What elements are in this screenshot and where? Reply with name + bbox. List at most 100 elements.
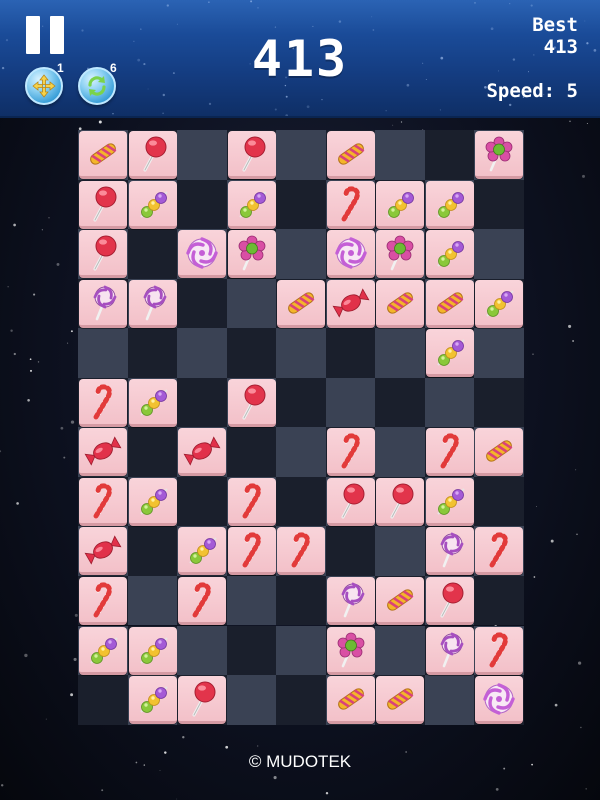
candy-cane-tile[interactable] <box>475 626 524 675</box>
twist-stick-tile[interactable] <box>277 279 326 328</box>
board-cell <box>78 328 128 378</box>
swirl-lollipop-icon <box>440 632 464 667</box>
candy-skewer-tile[interactable] <box>128 477 177 526</box>
swirl-candy-tile[interactable] <box>475 676 524 725</box>
board-cell <box>375 328 425 378</box>
board-cell <box>226 625 277 675</box>
candy-skewer-tile[interactable] <box>425 477 474 526</box>
flower-candy-tile[interactable] <box>376 230 425 279</box>
board-cell <box>177 179 227 230</box>
candy-skewer-icon <box>139 389 168 416</box>
lollipop-tile[interactable] <box>227 378 276 427</box>
lollipop-tile[interactable] <box>376 477 425 526</box>
wrapped-candy-tile[interactable] <box>79 527 127 576</box>
candy-skewer-tile[interactable] <box>128 378 177 427</box>
twist-stick-tile[interactable] <box>376 676 425 725</box>
candy-skewer-tile[interactable] <box>128 626 177 675</box>
swirl-lollipop-tile[interactable] <box>425 626 474 675</box>
twist-stick-tile[interactable] <box>475 428 524 477</box>
candy-cane-tile[interactable] <box>178 576 227 625</box>
board-cell <box>226 675 277 725</box>
flower-candy-tile[interactable] <box>326 626 375 675</box>
candy-cane-tile[interactable] <box>475 527 524 576</box>
twist-stick-icon <box>387 589 414 611</box>
lollipop-tile[interactable] <box>79 180 127 229</box>
candy-skewer-icon <box>437 190 465 218</box>
candy-cane-icon <box>341 185 360 222</box>
wrapped-candy-tile[interactable] <box>79 428 127 477</box>
candy-skewer-tile[interactable] <box>376 180 425 229</box>
lollipop-tile[interactable] <box>425 576 474 625</box>
board-cell <box>276 625 326 675</box>
candy-cane-tile[interactable] <box>227 527 276 576</box>
candy-skewer-tile[interactable] <box>227 180 276 229</box>
wrapped-candy-tile[interactable] <box>178 428 227 477</box>
candy-skewer-icon <box>238 190 267 218</box>
twist-stick-icon <box>90 143 117 165</box>
lollipop-tile[interactable] <box>227 131 276 179</box>
candy-skewer-tile[interactable] <box>128 676 177 725</box>
swirl-lollipop-tile[interactable] <box>326 576 375 625</box>
candy-skewer-icon <box>139 488 168 515</box>
candy-skewer-tile[interactable] <box>128 180 177 229</box>
wrapped-candy-icon <box>84 436 122 466</box>
candy-cane-tile[interactable] <box>227 477 276 526</box>
board-cell <box>474 575 524 626</box>
board-cell <box>474 476 524 527</box>
board-cell <box>177 130 227 180</box>
swirl-candy-tile[interactable] <box>326 230 375 279</box>
twist-stick-tile[interactable] <box>425 279 474 328</box>
candy-cane-tile[interactable] <box>79 576 127 625</box>
twist-stick-icon <box>288 291 315 314</box>
candy-skewer-tile[interactable] <box>425 329 474 378</box>
candy-skewer-tile[interactable] <box>475 279 524 328</box>
swirl-lollipop-tile[interactable] <box>425 527 474 576</box>
candy-skewer-tile[interactable] <box>79 626 127 675</box>
board-cell <box>276 377 326 428</box>
lollipop-tile[interactable] <box>326 477 375 526</box>
candy-skewer-tile[interactable] <box>425 180 474 229</box>
candy-skewer-tile[interactable] <box>425 230 474 279</box>
candy-skewer-icon <box>139 636 168 664</box>
board-cell <box>177 328 227 378</box>
swirl-candy-tile[interactable] <box>178 230 227 279</box>
swirl-lollipop-tile[interactable] <box>128 279 177 328</box>
board-cell <box>424 675 475 725</box>
candy-skewer-icon <box>139 686 168 713</box>
twist-stick-icon <box>337 143 365 165</box>
candy-cane-tile[interactable] <box>425 428 474 477</box>
candy-cane-tile[interactable] <box>277 527 326 576</box>
board-cell <box>276 130 326 180</box>
swirl-lollipop-tile[interactable] <box>79 279 127 328</box>
lollipop-tile[interactable] <box>79 230 127 279</box>
candy-cane-icon <box>489 631 509 667</box>
flower-candy-tile[interactable] <box>227 230 276 279</box>
board-cell <box>375 427 425 477</box>
board-cell <box>226 278 277 329</box>
twist-stick-tile[interactable] <box>326 131 375 179</box>
twist-stick-tile[interactable] <box>376 279 425 328</box>
candy-cane-tile[interactable] <box>79 378 127 427</box>
candy-cane-tile[interactable] <box>326 428 375 477</box>
board-cell <box>127 427 178 477</box>
swirl-candy-icon <box>483 683 516 715</box>
candy-cane-icon <box>93 384 112 420</box>
board-cell <box>177 625 227 675</box>
candy-cane-tile[interactable] <box>326 180 375 229</box>
candy-cane-icon <box>291 532 311 568</box>
lollipop-tile[interactable] <box>128 131 177 179</box>
twist-stick-tile[interactable] <box>376 576 425 625</box>
board-cell <box>127 575 178 626</box>
board-cell <box>276 575 326 626</box>
twist-stick-tile[interactable] <box>79 131 127 179</box>
lollipop-icon <box>440 582 464 618</box>
candy-skewer-tile[interactable] <box>178 527 227 576</box>
lollipop-tile[interactable] <box>178 676 227 725</box>
twist-stick-tile[interactable] <box>326 676 375 725</box>
candy-cane-tile[interactable] <box>79 477 127 526</box>
wrapped-candy-tile[interactable] <box>326 279 375 328</box>
swirl-candy-icon <box>335 237 367 269</box>
flower-candy-tile[interactable] <box>475 131 524 179</box>
flower-candy-icon <box>386 235 414 271</box>
speed-indicator: Speed: 5 <box>486 80 578 102</box>
